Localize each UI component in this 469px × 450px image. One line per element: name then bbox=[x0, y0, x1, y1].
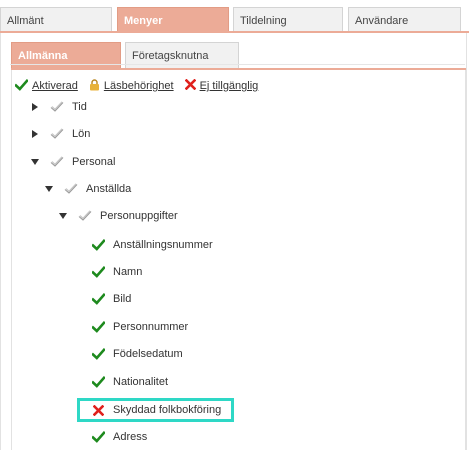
check-icon[interactable] bbox=[91, 265, 105, 279]
main-tab-bar: Allmänt Menyer Tildelning Användare bbox=[0, 0, 469, 33]
check-icon[interactable] bbox=[91, 320, 105, 334]
tree-node-personnummer[interactable]: Personnummer bbox=[91, 318, 188, 336]
tab-tildelning[interactable]: Tildelning bbox=[233, 7, 343, 32]
check-icon[interactable] bbox=[91, 238, 105, 252]
tab-label: Allmänt bbox=[7, 15, 44, 27]
tab-allmant[interactable]: Allmänt bbox=[0, 7, 112, 32]
partial-check-icon[interactable] bbox=[50, 100, 64, 114]
tree-node-label: Bild bbox=[113, 293, 132, 305]
legend-unavailable[interactable]: Ej tillgänglig bbox=[184, 78, 259, 93]
cross-icon[interactable] bbox=[91, 403, 105, 417]
tab-label: Menyer bbox=[124, 15, 163, 27]
tree-node-label: Namn bbox=[113, 266, 143, 278]
tree-node-lon[interactable]: Lön bbox=[30, 125, 90, 143]
tree-node-adress[interactable]: Adress bbox=[91, 428, 147, 446]
tree-node-bild[interactable]: Bild bbox=[91, 290, 131, 308]
tree-node-anstallda[interactable]: Anställda bbox=[44, 180, 131, 198]
tree-node-label: Personnummer bbox=[113, 321, 189, 333]
tree-node-label: Adress bbox=[113, 431, 148, 443]
tab-label: Användare bbox=[355, 15, 409, 27]
tree-node-personuppgifter[interactable]: Personuppgifter bbox=[58, 207, 178, 225]
tree-node-personal[interactable]: Personal bbox=[30, 153, 115, 171]
legend: Aktiverad Läsbehörighet Ej tillgänglig bbox=[14, 78, 269, 94]
caret-right-icon[interactable] bbox=[30, 98, 40, 116]
tab-menyer[interactable]: Menyer bbox=[117, 7, 229, 32]
tree-node-label: Födelsedatum bbox=[113, 348, 183, 360]
check-icon[interactable] bbox=[91, 430, 105, 444]
partial-check-icon[interactable] bbox=[64, 182, 78, 196]
tree-node-label: Personuppgifter bbox=[100, 210, 178, 222]
tree-node-tid[interactable]: Tid bbox=[30, 98, 87, 116]
tree-node-anstallningsnummer[interactable]: Anställningsnummer bbox=[91, 236, 213, 254]
tab-anvandare[interactable]: Användare bbox=[348, 7, 461, 32]
tree-node-label: Nationalitet bbox=[113, 376, 169, 388]
tree-node-fodelsedatum[interactable]: Födelsedatum bbox=[91, 345, 183, 363]
legend-divider bbox=[10, 64, 465, 65]
caret-down-icon[interactable] bbox=[58, 207, 68, 225]
partial-check-icon[interactable] bbox=[50, 127, 64, 141]
tab-label: Tildelning bbox=[240, 15, 287, 27]
tree-node-label: Lön bbox=[72, 128, 91, 140]
check-icon[interactable] bbox=[91, 292, 105, 306]
legend-label: Aktiverad bbox=[32, 80, 78, 92]
tree-node-label: Tid bbox=[72, 101, 87, 113]
tree-node-label: Personal bbox=[72, 156, 116, 168]
tree-node-label: Anställda bbox=[86, 183, 132, 195]
legend-label: Ej tillgänglig bbox=[199, 80, 259, 92]
legend-label: Läsbehörighet bbox=[103, 80, 174, 92]
tab-label: Allmänna bbox=[18, 50, 68, 62]
legend-activated[interactable]: Aktiverad bbox=[14, 78, 78, 94]
lock-icon bbox=[89, 78, 100, 94]
partial-check-icon[interactable] bbox=[50, 155, 64, 169]
tree-node-nationalitet[interactable]: Nationalitet bbox=[91, 373, 168, 391]
caret-right-icon[interactable] bbox=[30, 125, 40, 143]
partial-check-icon[interactable] bbox=[78, 209, 92, 223]
tab-label: Företagsknutna bbox=[132, 50, 209, 62]
caret-down-icon[interactable] bbox=[30, 153, 40, 171]
check-icon[interactable] bbox=[91, 347, 105, 361]
tree-node-label: Skyddad folkbokföring bbox=[113, 404, 222, 416]
cross-icon bbox=[184, 78, 196, 93]
tree-node-skyddad-folkbokforing[interactable]: Skyddad folkbokföring bbox=[91, 401, 221, 419]
check-icon bbox=[14, 78, 29, 94]
tree-node-label: Anställningsnummer bbox=[113, 239, 213, 251]
tree-node-namn[interactable]: Namn bbox=[91, 263, 142, 281]
caret-down-icon[interactable] bbox=[44, 180, 54, 198]
check-icon[interactable] bbox=[91, 375, 105, 389]
legend-read-permission[interactable]: Läsbehörighet bbox=[89, 78, 174, 94]
menu-panel: Allmänna Företagsknutna Aktiverad Läsbeh… bbox=[0, 33, 467, 450]
